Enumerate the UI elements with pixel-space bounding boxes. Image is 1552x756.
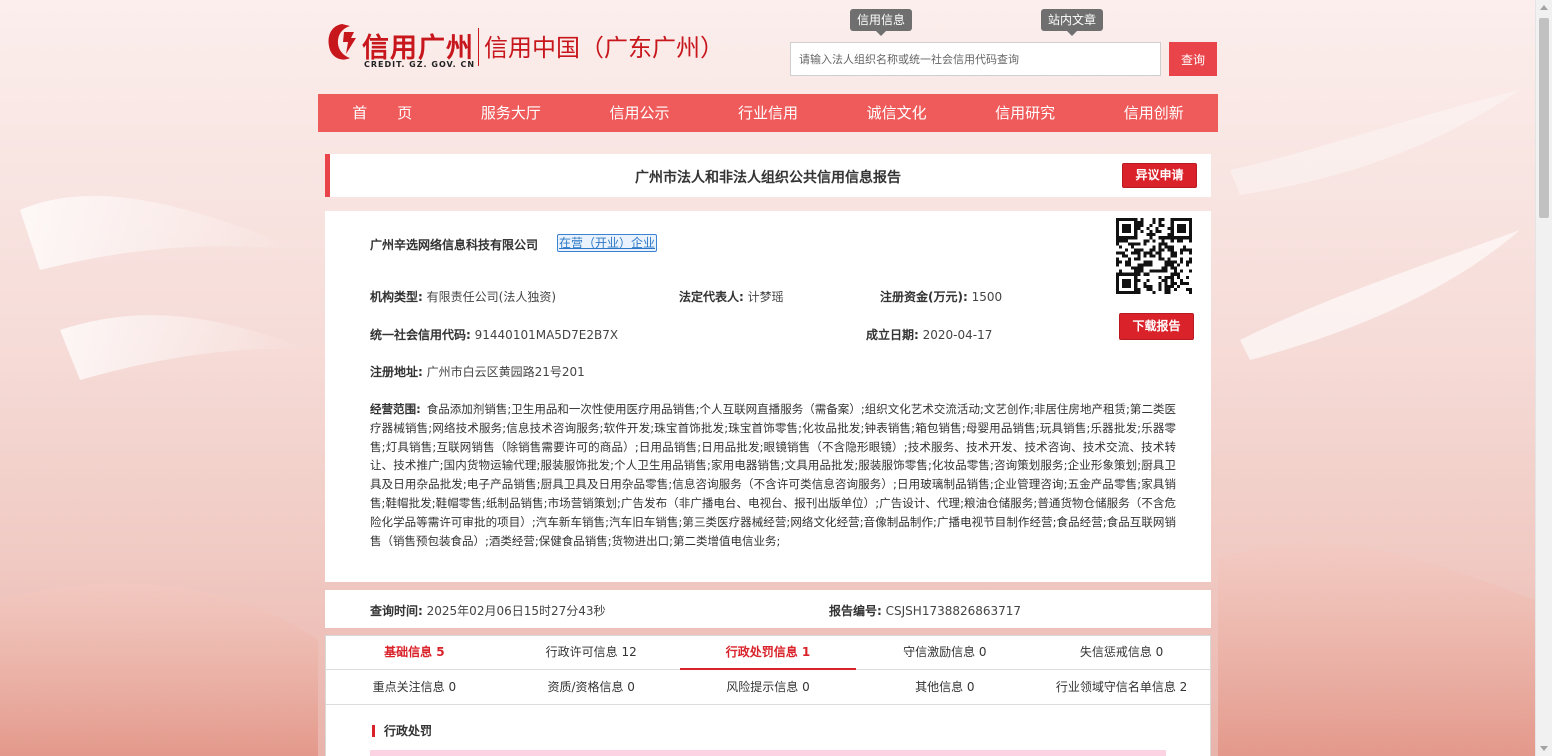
address-label: 注册地址:	[370, 365, 423, 379]
capital-label: 注册资金(万元):	[880, 290, 968, 304]
download-report-button[interactable]: 下载报告	[1119, 313, 1194, 340]
tab-admin-license[interactable]: 行政许可信息 12	[503, 636, 680, 669]
founded-label: 成立日期:	[866, 328, 919, 342]
query-time-label: 查询时间:	[370, 604, 423, 618]
main-nav: 首 页 服务大厅 信用公示 行业信用 诚信文化 信用研究 信用创新	[318, 94, 1218, 132]
credit-code-label: 统一社会信用代码:	[370, 328, 471, 342]
founded-field: 成立日期: 2020-04-17	[866, 326, 992, 343]
search-tab-credit-info[interactable]: 信用信息	[850, 9, 913, 36]
report-title-panel: 广州市法人和非法人组织公共信用信息报告 异议申请	[325, 154, 1211, 197]
company-name: 广州辛选网络信息科技有限公司	[370, 238, 539, 252]
nav-item-credit-research[interactable]: 信用研究	[961, 94, 1090, 132]
capital-value: 1500	[971, 290, 1003, 304]
query-time-field: 查询时间: 2025年02月06日15时27分43秒	[370, 602, 606, 619]
tab-other-info[interactable]: 其他信息 0	[856, 671, 1033, 704]
tab-row-1: 基础信息 5 行政许可信息 12 行政处罚信息 1 守信激励信息 0 失信惩戒信…	[326, 636, 1210, 670]
nav-item-home[interactable]: 首 页	[318, 94, 447, 132]
credit-code-value: 91440101MA5D7E2B7X	[474, 328, 619, 342]
capital-field: 注册资金(万元): 1500	[880, 288, 1002, 305]
scroll-up-icon[interactable]	[1540, 5, 1548, 10]
query-info-panel: 查询时间: 2025年02月06日15时27分43秒 报告编号: CSJSH17…	[325, 590, 1211, 628]
section-title-admin-penalty: 行政处罚	[372, 725, 432, 737]
address-field: 注册地址: 广州市白云区黄园路21号201	[370, 363, 585, 380]
search-button[interactable]: 查询	[1169, 42, 1217, 76]
tab-qualification[interactable]: 资质/资格信息 0	[503, 671, 680, 704]
tab-dishonesty-punishment[interactable]: 失信惩戒信息 0	[1033, 636, 1210, 669]
credit-code-field: 统一社会信用代码: 91440101MA5D7E2B7X	[370, 326, 618, 343]
org-type-field: 机构类型: 有限责任公司(法人独资)	[370, 288, 556, 305]
org-type-value: 有限责任公司(法人独资)	[426, 290, 557, 304]
business-scope: 经营范围: 食品添加剂销售;卫生用品和一次性使用医疗用品销售;个人互联网直播服务（…	[370, 400, 1176, 550]
report-number-label: 报告编号:	[829, 604, 882, 618]
tab-row-2: 重点关注信息 0 资质/资格信息 0 风险提示信息 0 其他信息 0 行业领域守…	[326, 671, 1210, 705]
founded-value: 2020-04-17	[922, 328, 993, 342]
nav-item-service-hall[interactable]: 服务大厅	[447, 94, 576, 132]
search-input[interactable]	[790, 42, 1161, 76]
site-subtitle: 信用中国（广东广州）	[484, 34, 724, 62]
scope-value: 食品添加剂销售;卫生用品和一次性使用医疗用品销售;个人互联网直播服务（需备案）;…	[370, 402, 1176, 548]
scope-label: 经营范围:	[370, 402, 421, 416]
scrollbar[interactable]	[1535, 0, 1552, 756]
query-time-value: 2025年02月06日15时27分43秒	[426, 604, 606, 618]
brand-domain: CREDIT. GZ. GOV. CN	[364, 60, 476, 69]
qr-code-icon	[1116, 218, 1192, 294]
report-number-value: CSJSH1738826863717	[885, 604, 1022, 618]
report-number-field: 报告编号: CSJSH1738826863717	[829, 602, 1021, 619]
penalty-table-header	[370, 750, 1166, 756]
legal-rep-value: 计梦瑶	[747, 290, 784, 304]
scrollbar-thumb[interactable]	[1539, 18, 1549, 218]
tab-trust-incentive[interactable]: 守信激励信息 0	[856, 636, 1033, 669]
logo-divider	[478, 28, 479, 66]
legal-rep-field: 法定代表人: 计梦瑶	[679, 288, 784, 305]
tab-key-attention[interactable]: 重点关注信息 0	[326, 671, 503, 704]
report-title: 广州市法人和非法人组织公共信用信息报告	[635, 170, 901, 186]
tab-risk-warning[interactable]: 风险提示信息 0	[680, 671, 857, 704]
nav-item-credit-innovation[interactable]: 信用创新	[1089, 94, 1218, 132]
tab-industry-trust-list[interactable]: 行业领域守信名单信息 2	[1033, 671, 1210, 704]
nav-item-credit-publicity[interactable]: 信用公示	[575, 94, 704, 132]
search-tab-site-articles[interactable]: 站内文章	[1041, 9, 1104, 36]
tab-basic-info[interactable]: 基础信息 5	[326, 636, 503, 669]
nav-item-industry-credit[interactable]: 行业信用	[704, 94, 833, 132]
org-type-label: 机构类型:	[370, 290, 423, 304]
address-value: 广州市白云区黄园路21号201	[426, 365, 585, 379]
tab-admin-penalty[interactable]: 行政处罚信息 1	[679, 636, 857, 670]
logo-mark-icon	[328, 24, 356, 60]
nav-item-integrity-culture[interactable]: 诚信文化	[832, 94, 961, 132]
legal-rep-label: 法定代表人:	[679, 290, 744, 304]
status-badge[interactable]: 在营（开业）企业	[557, 234, 658, 252]
company-info-panel: 广州辛选网络信息科技有限公司 在营（开业）企业 下载报告 机构类型: 有限责任公…	[325, 211, 1211, 582]
info-tabs-panel: 基础信息 5 行政许可信息 12 行政处罚信息 1 守信激励信息 0 失信惩戒信…	[325, 635, 1211, 756]
objection-button[interactable]: 异议申请	[1122, 163, 1197, 188]
scroll-down-icon[interactable]	[1540, 746, 1548, 751]
